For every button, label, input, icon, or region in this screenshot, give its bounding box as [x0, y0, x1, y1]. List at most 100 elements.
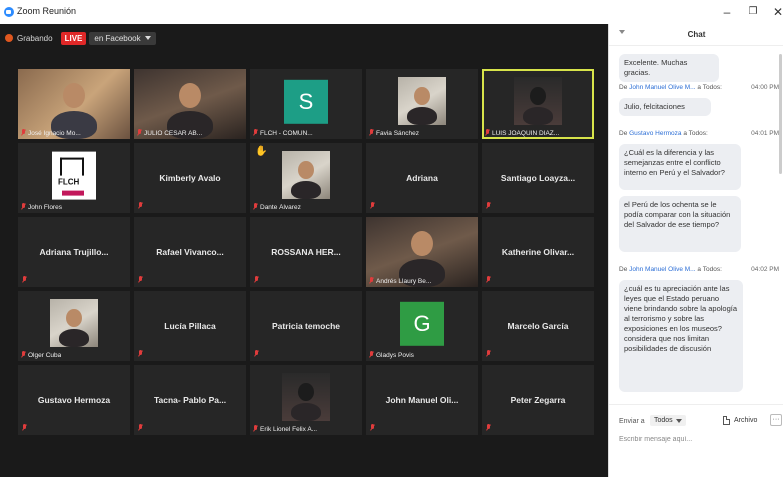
- person-head: [66, 309, 82, 328]
- muted-mic-icon: [252, 425, 258, 433]
- participant-tile[interactable]: G Gladys Povis: [366, 291, 478, 361]
- participant-tile[interactable]: Kimberly Avalo: [134, 143, 246, 213]
- participant-caption: Dante Álvarez: [252, 203, 301, 211]
- chat-message-time: 04:00 PM: [751, 84, 779, 91]
- more-options-button[interactable]: ···: [770, 414, 782, 426]
- participant-video: [398, 77, 446, 125]
- participant-tile[interactable]: ROSSANA HER...: [250, 217, 362, 287]
- muted-mic-icon: [20, 203, 26, 211]
- participant-video: [50, 299, 98, 347]
- chat-header: Chat: [609, 24, 783, 46]
- chevron-down-icon: [144, 36, 151, 40]
- participant-tile[interactable]: Tacna- Pablo Pa...: [134, 365, 246, 435]
- participant-tile[interactable]: Olger Cuba: [18, 291, 130, 361]
- chat-messages[interactable]: Excelente. Muchas gracias. De John Manuel…: [609, 46, 783, 424]
- participant-caption: Olger Cuba: [20, 351, 61, 359]
- participant-tile[interactable]: Marcelo García: [482, 291, 594, 361]
- muted-mic-icon: [21, 424, 27, 432]
- minimize-button[interactable]: –: [718, 4, 736, 20]
- chat-message-input[interactable]: [619, 433, 774, 445]
- person-head: [298, 161, 314, 180]
- zoom-app-icon: [4, 7, 14, 17]
- flch-logo: FLCH: [52, 151, 96, 200]
- participant-tile[interactable]: John Manuel Oli...: [366, 365, 478, 435]
- participant-name: Adriana: [406, 173, 438, 183]
- chat-footer: Enviar a Todos Archivo ···: [609, 404, 783, 477]
- participant-name: Santiago Loayza...: [500, 173, 576, 183]
- participant-tile[interactable]: Katherine Olivar...: [482, 217, 594, 287]
- title-bar: Zoom Reunión – ❐ ✕: [0, 0, 783, 24]
- participant-tile[interactable]: José Ignacio Mo...: [18, 69, 130, 139]
- live-badge[interactable]: LIVE: [60, 31, 87, 45]
- send-to-dropdown[interactable]: Todos: [650, 415, 686, 426]
- participant-caption: LUIS JOAQUIN DIAZ...: [484, 129, 559, 137]
- participant-tile[interactable]: JULIO CESAR AB...: [134, 69, 246, 139]
- participant-caption: Favia Sánchez: [368, 129, 419, 137]
- person-head: [414, 87, 430, 106]
- participant-name: Rafael Vivanco...: [156, 247, 224, 257]
- participant-avatar: S: [284, 79, 328, 124]
- participant-tile[interactable]: ✋ Dante Álvarez: [250, 143, 362, 213]
- participant-video: [514, 77, 562, 125]
- participant-tile[interactable]: Adriana: [366, 143, 478, 213]
- participant-tile[interactable]: S FLCH - COMUN...: [250, 69, 362, 139]
- send-to-label: Enviar a: [619, 418, 645, 425]
- chat-title: Chat: [687, 30, 706, 39]
- chat-panel: Chat Excelente. Muchas gracias. De John M…: [608, 24, 783, 477]
- person-head: [179, 83, 201, 109]
- participant-tile[interactable]: Adriana Trujillo...: [18, 217, 130, 287]
- chat-scrollbar[interactable]: [779, 54, 782, 174]
- person-silhouette: [291, 403, 321, 421]
- chat-message-bubble: el Perú de los ochenta se le podía compa…: [619, 196, 741, 252]
- live-target-dropdown[interactable]: en Facebook: [89, 31, 156, 45]
- muted-mic-icon: [137, 202, 143, 210]
- participant-tile[interactable]: FLCH John Flores: [18, 143, 130, 213]
- participant-tile[interactable]: Rafael Vivanco...: [134, 217, 246, 287]
- participant-tile[interactable]: LUIS JOAQUIN DIAZ...: [482, 69, 594, 139]
- file-button[interactable]: Archivo: [723, 416, 757, 425]
- participant-tile[interactable]: Santiago Loayza...: [482, 143, 594, 213]
- person-silhouette: [523, 107, 553, 125]
- window-title: Zoom Reunión: [17, 6, 77, 16]
- participant-tile[interactable]: Lucía Pillaca: [134, 291, 246, 361]
- participant-caption: Erik Lionel Felix A...: [252, 425, 317, 433]
- close-button[interactable]: ✕: [769, 4, 783, 20]
- muted-mic-icon: [485, 350, 491, 358]
- chat-message-from: De: [619, 84, 628, 91]
- participant-tile[interactable]: Andrés Llaury Be...: [366, 217, 478, 287]
- chat-message-sender[interactable]: Gustavo Hermoza: [629, 130, 681, 137]
- muted-mic-icon: [485, 202, 491, 210]
- muted-mic-icon: [21, 276, 27, 284]
- participant-name: Marcelo García: [507, 321, 569, 331]
- participant-tile[interactable]: Favia Sánchez: [366, 69, 478, 139]
- person-silhouette: [291, 181, 321, 199]
- chevron-down-icon: [675, 418, 682, 423]
- muted-mic-icon: [368, 277, 374, 285]
- person-silhouette: [407, 107, 437, 125]
- participant-name: JULIO CESAR AB...: [144, 129, 203, 137]
- participant-tile[interactable]: Peter Zegarra: [482, 365, 594, 435]
- participant-caption: José Ignacio Mo...: [20, 129, 81, 137]
- muted-mic-icon: [484, 129, 490, 137]
- chat-message-header: De Gustavo Hermoza a Todos: 04:01 PM: [619, 130, 779, 137]
- meeting-area: Grabando LIVE en Facebook José Ignacio M…: [0, 24, 608, 477]
- raised-hand-icon: ✋: [255, 146, 268, 157]
- participant-name: LUIS JOAQUIN DIAZ...: [492, 129, 560, 137]
- chat-message-sender[interactable]: John Manuel Olive M...: [629, 266, 695, 273]
- participant-name: ROSSANA HER...: [271, 247, 341, 257]
- participant-tile[interactable]: Patricia temoche: [250, 291, 362, 361]
- participant-name: Adriana Trujillo...: [39, 247, 109, 257]
- muted-mic-icon: [20, 351, 26, 359]
- participant-caption: FLCH - COMUN...: [252, 129, 313, 137]
- muted-mic-icon: [485, 424, 491, 432]
- participant-name: FLCH - COMUN...: [260, 129, 313, 137]
- recording-dot-icon: [5, 34, 13, 42]
- participant-tile[interactable]: Gustavo Hermoza: [18, 365, 130, 435]
- chat-message-sender[interactable]: John Manuel Olive M...: [629, 84, 695, 91]
- participant-name: Olger Cuba: [28, 351, 62, 359]
- participant-tile[interactable]: Erik Lionel Felix A...: [250, 365, 362, 435]
- file-label: Archivo: [734, 417, 758, 424]
- restore-button[interactable]: ❐: [744, 4, 762, 20]
- participant-name: John Manuel Oli...: [385, 395, 459, 405]
- chat-message-bubble: Julio, felcitaciones: [619, 98, 711, 116]
